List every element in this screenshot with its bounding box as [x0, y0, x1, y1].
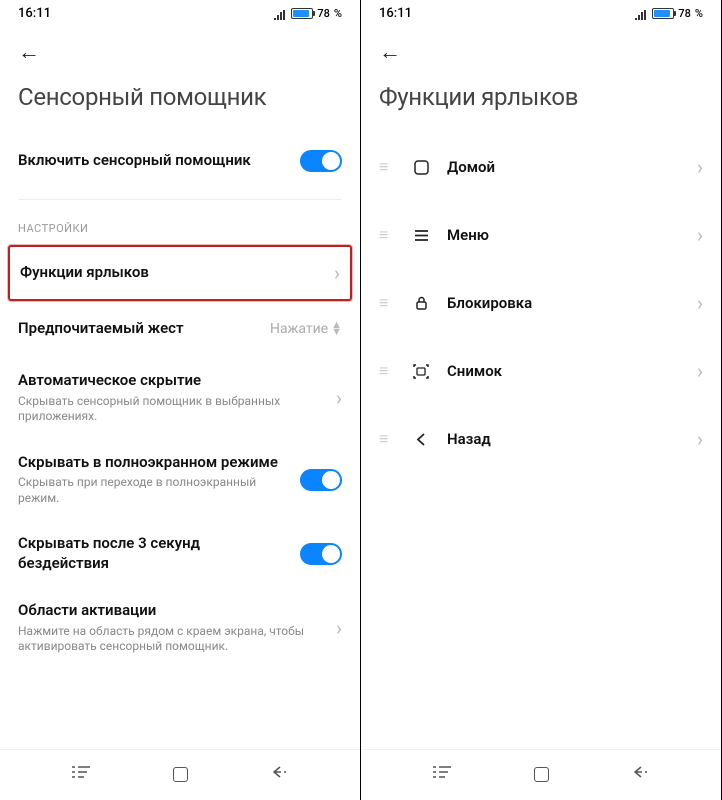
enable-toggle[interactable]	[300, 150, 342, 172]
screen-shortcut-functions: 16:11 78% ← Функции ярлыков ≡ Домой › ≡ …	[361, 0, 722, 800]
drag-handle-icon[interactable]: ≡	[379, 361, 407, 381]
fullscreen-toggle[interactable]	[300, 469, 342, 491]
chevron-right-icon: ›	[336, 616, 342, 640]
page-title: Функции ярлыков	[361, 75, 721, 133]
back-chevron-icon	[407, 432, 435, 447]
page-title: Сенсорный помощник	[0, 75, 360, 133]
battery-percent: 78	[317, 7, 330, 20]
shortcut-row[interactable]: ≡ Снимок ›	[379, 337, 703, 405]
home-icon	[407, 160, 435, 175]
screenshot-icon	[407, 364, 435, 379]
shortcut-label: Снимок	[435, 362, 697, 380]
chevron-right-icon: ›	[697, 427, 703, 451]
nav-back-icon[interactable]	[271, 764, 289, 784]
nav-home-icon[interactable]	[534, 767, 549, 782]
back-button[interactable]: ←	[0, 25, 360, 75]
screen-touch-assistant: 16:11 78% ← Сенсорный помощник Включить …	[0, 0, 361, 800]
gesture-value: Нажатие	[270, 321, 328, 337]
status-bar: 16:11 78%	[0, 0, 360, 25]
shortcut-row[interactable]: ≡ Блокировка ›	[379, 269, 703, 337]
autohide-sub: Скрывать сенсорный помощник в выбранных …	[18, 394, 326, 425]
shortcut-label: Блокировка	[435, 294, 697, 312]
battery-percent: 78	[678, 7, 691, 20]
fullscreen-label: Скрывать в полноэкранном режиме	[18, 453, 290, 473]
menu-icon	[407, 228, 435, 243]
status-right: 78%	[634, 7, 703, 20]
lock-icon	[407, 296, 435, 311]
chevron-right-icon: ›	[334, 261, 340, 285]
select-caret-icon: ▲▼	[331, 322, 342, 335]
areas-row[interactable]: Области активации Нажмите на область ряд…	[18, 587, 342, 669]
drag-handle-icon[interactable]: ≡	[379, 429, 407, 449]
signal-icon	[273, 9, 287, 19]
nav-back-icon[interactable]	[632, 764, 650, 784]
shortcut-row[interactable]: ≡ Назад ›	[379, 405, 703, 473]
chevron-right-icon: ›	[697, 223, 703, 247]
section-header: НАСТРОЙКИ	[18, 216, 342, 245]
shortcut-row[interactable]: ≡ Домой ›	[379, 133, 703, 201]
idle-toggle[interactable]	[300, 543, 342, 565]
shortcut-label: Домой	[435, 158, 697, 176]
gesture-label: Предпочитаемый жест	[18, 319, 260, 339]
fullscreen-row[interactable]: Скрывать в полноэкранном режиме Скрывать…	[18, 439, 342, 521]
drag-handle-icon[interactable]: ≡	[379, 225, 407, 245]
back-arrow-icon: ←	[379, 40, 401, 65]
nav-home-icon[interactable]	[173, 767, 188, 782]
battery-icon	[291, 8, 313, 19]
areas-sub: Нажмите на область рядом с краем экрана,…	[18, 624, 326, 655]
drag-handle-icon[interactable]: ≡	[379, 293, 407, 313]
drag-handle-icon[interactable]: ≡	[379, 157, 407, 177]
enable-label: Включить сенсорный помощник	[18, 151, 290, 171]
chevron-right-icon: ›	[697, 291, 703, 315]
autohide-row[interactable]: Автоматическое скрытие Скрывать сенсорны…	[18, 357, 342, 439]
autohide-label: Автоматическое скрытие	[18, 371, 326, 391]
fullscreen-sub: Скрывать при переходе в полноэкранный ре…	[18, 475, 290, 506]
nav-recent-icon[interactable]	[72, 764, 90, 784]
enable-toggle-row[interactable]: Включить сенсорный помощник	[18, 133, 342, 189]
gesture-row[interactable]: Предпочитаемый жест Нажатие ▲▼	[18, 301, 342, 357]
shortcuts-label: Функции ярлыков	[20, 263, 324, 283]
chevron-right-icon: ›	[336, 386, 342, 410]
shortcut-label: Меню	[435, 226, 697, 244]
idle-label: Скрывать после 3 секунд бездействия	[18, 534, 290, 573]
nav-bar	[361, 749, 721, 800]
status-bar: 16:11 78%	[361, 0, 721, 25]
shortcut-label: Назад	[435, 430, 697, 448]
shortcut-row[interactable]: ≡ Меню ›	[379, 201, 703, 269]
back-button[interactable]: ←	[361, 25, 721, 75]
chevron-right-icon: ›	[697, 359, 703, 383]
nav-recent-icon[interactable]	[433, 764, 451, 784]
status-time: 16:11	[18, 6, 51, 21]
status-right: 78%	[273, 7, 342, 20]
status-time: 16:11	[379, 6, 412, 21]
battery-icon	[652, 8, 674, 19]
signal-icon	[634, 9, 648, 19]
chevron-right-icon: ›	[697, 155, 703, 179]
idle-row[interactable]: Скрывать после 3 секунд бездействия	[18, 520, 342, 587]
shortcuts-row[interactable]: Функции ярлыков ›	[8, 245, 352, 301]
back-arrow-icon: ←	[18, 40, 40, 65]
divider	[18, 199, 342, 200]
areas-label: Области активации	[18, 601, 326, 621]
nav-bar	[0, 749, 360, 800]
